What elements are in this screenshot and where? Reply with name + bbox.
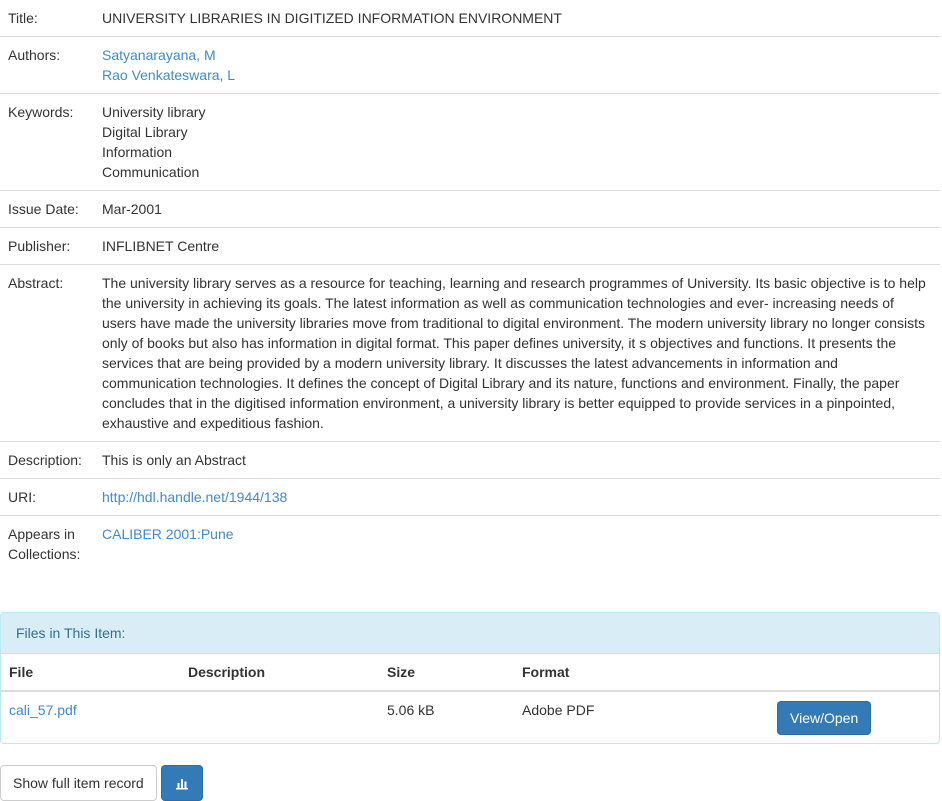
- bar-chart-icon: [175, 779, 188, 790]
- file-description: [180, 691, 379, 743]
- author-link[interactable]: Satyanarayana, M: [102, 47, 216, 63]
- title-label: Title:: [8, 10, 38, 26]
- metadata-row-collections: Appears in Collections: CALIBER 2001:Pun…: [0, 515, 940, 572]
- metadata-row-uri: URI: http://hdl.handle.net/1944/138: [0, 478, 940, 516]
- files-table-header: File Description Size Format: [1, 654, 939, 692]
- issue-date-value: Mar-2001: [94, 190, 940, 228]
- column-header-size: Size: [379, 654, 514, 692]
- uri-link[interactable]: http://hdl.handle.net/1944/138: [102, 489, 287, 505]
- file-format: Adobe PDF: [522, 702, 595, 718]
- item-metadata-table: Title: UNIVERSITY LIBRARIES IN DIGITIZED…: [0, 0, 940, 572]
- item-actions-bar: Show full item record: [0, 765, 942, 801]
- keywords-label: Keywords:: [0, 93, 94, 191]
- file-link[interactable]: cali_57.pdf: [9, 702, 77, 718]
- abstract-text: The university library serves as a resou…: [94, 264, 940, 442]
- uri-label: URI:: [0, 478, 94, 516]
- keywords-list: University library Digital Library Infor…: [94, 93, 940, 191]
- metadata-row-authors: Authors: Satyanarayana, M Rao Venkateswa…: [0, 36, 940, 94]
- title-value: UNIVERSITY LIBRARIES IN DIGITIZED INFORM…: [102, 10, 562, 26]
- metadata-row-issue-date: Issue Date: Mar-2001: [0, 190, 940, 228]
- metadata-row-keywords: Keywords: University library Digital Lib…: [0, 93, 940, 191]
- description-label: Description:: [0, 441, 94, 479]
- keyword: Information: [102, 144, 173, 160]
- metadata-row-publisher: Publisher: INFLIBNET Centre: [0, 227, 940, 265]
- publisher-value: INFLIBNET Centre: [94, 227, 940, 265]
- authors-list: Satyanarayana, M Rao Venkateswara, L: [94, 36, 940, 94]
- publisher-label: Publisher:: [0, 227, 94, 265]
- column-header-file: File: [1, 654, 180, 692]
- keyword: University library: [102, 104, 206, 120]
- author-link[interactable]: Rao Venkateswara, L: [102, 67, 235, 83]
- issue-date-label: Issue Date:: [0, 190, 94, 228]
- abstract-label: Abstract:: [0, 264, 94, 442]
- metadata-row-title: Title: UNIVERSITY LIBRARIES IN DIGITIZED…: [0, 0, 940, 37]
- column-header-description: Description: [180, 654, 379, 692]
- keyword: Digital Library: [102, 124, 188, 140]
- files-table: File Description Size Format cali_57.pdf…: [1, 654, 939, 743]
- collection-link[interactable]: CALIBER 2001:Pune: [102, 526, 234, 542]
- metadata-row-description: Description: This is only an Abstract: [0, 441, 940, 479]
- files-panel-heading: Files in This Item:: [1, 613, 939, 654]
- file-size: 5.06 kB: [387, 702, 435, 718]
- table-row: cali_57.pdf 5.06 kB Adobe PDF View/Open: [1, 691, 939, 743]
- statistics-button[interactable]: [160, 765, 203, 801]
- show-full-item-record-button[interactable]: Show full item record: [0, 765, 157, 801]
- description-value: This is only an Abstract: [94, 441, 940, 479]
- files-panel: Files in This Item: File Description Siz…: [0, 612, 940, 744]
- metadata-row-abstract: Abstract: The university library serves …: [0, 264, 940, 442]
- column-header-action: [766, 654, 939, 692]
- authors-label: Authors:: [0, 36, 94, 94]
- keyword: Communication: [102, 164, 200, 180]
- view-open-button[interactable]: View/Open: [777, 701, 872, 735]
- collections-label: Appears in Collections:: [0, 515, 94, 572]
- column-header-format: Format: [514, 654, 766, 692]
